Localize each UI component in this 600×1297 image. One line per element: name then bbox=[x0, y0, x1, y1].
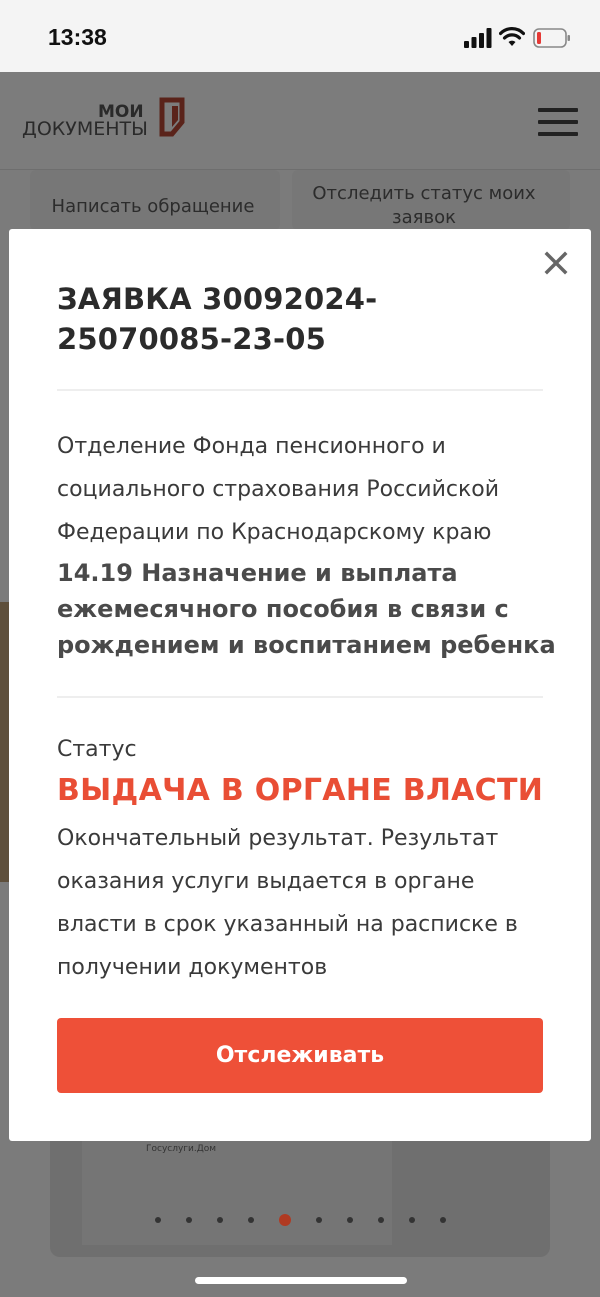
tile-track-label: Отследить статус моих заявок bbox=[312, 183, 536, 228]
tile-write-label: Написать обращение bbox=[51, 196, 255, 217]
cellular-signal-icon bbox=[464, 28, 492, 48]
status-description: Окончательный результат. Результат оказа… bbox=[57, 826, 518, 980]
carousel-dot[interactable] bbox=[346, 1217, 353, 1223]
carousel-dot[interactable] bbox=[185, 1217, 192, 1223]
divider bbox=[57, 389, 543, 391]
close-icon[interactable] bbox=[542, 249, 570, 277]
hamburger-menu-icon[interactable] bbox=[538, 108, 578, 136]
home-indicator[interactable] bbox=[195, 1277, 407, 1284]
application-status-modal: ЗАЯВКА 30092024-25070085-23-05 Отделение… bbox=[9, 229, 591, 1141]
carousel-dot[interactable] bbox=[439, 1217, 446, 1223]
wifi-icon bbox=[499, 27, 525, 46]
battery-low-icon bbox=[533, 28, 570, 48]
site-header: МОИ ДОКУМЕНТЫ bbox=[0, 72, 600, 170]
carousel-dot[interactable] bbox=[315, 1217, 322, 1223]
organization-name: Отделение Фонда пенсионного и социальног… bbox=[57, 434, 500, 545]
carousel-dot[interactable] bbox=[377, 1217, 384, 1223]
carousel-dot[interactable] bbox=[216, 1217, 223, 1223]
track-button[interactable]: Отслеживать bbox=[57, 1018, 543, 1093]
carousel-dot-active[interactable] bbox=[278, 1214, 291, 1226]
logo-mark-icon bbox=[159, 97, 185, 137]
carousel-dot[interactable] bbox=[247, 1217, 254, 1223]
status-label: Статус bbox=[57, 737, 137, 762]
carousel-dot[interactable] bbox=[408, 1217, 415, 1223]
status-value: ВЫДАЧА В ОРГАНЕ ВЛАСТИ bbox=[57, 773, 544, 808]
status-bar: 13:38 bbox=[0, 0, 600, 72]
clock: 13:38 bbox=[48, 24, 107, 50]
logo[interactable]: МОИ ДОКУМЕНТЫ bbox=[22, 94, 192, 154]
carousel-dots bbox=[0, 1214, 600, 1228]
banner-caption: Госуслуги.Дом bbox=[146, 1144, 217, 1154]
divider bbox=[57, 696, 543, 698]
logo-text-bottom: ДОКУМЕНТЫ bbox=[22, 118, 148, 140]
carousel-dot[interactable] bbox=[154, 1217, 161, 1223]
promo-banner-image bbox=[82, 1140, 392, 1245]
modal-title: ЗАЯВКА 30092024-25070085-23-05 bbox=[57, 282, 378, 356]
service-name: 14.19 Назначение и выплата ежемесячного … bbox=[57, 559, 556, 659]
